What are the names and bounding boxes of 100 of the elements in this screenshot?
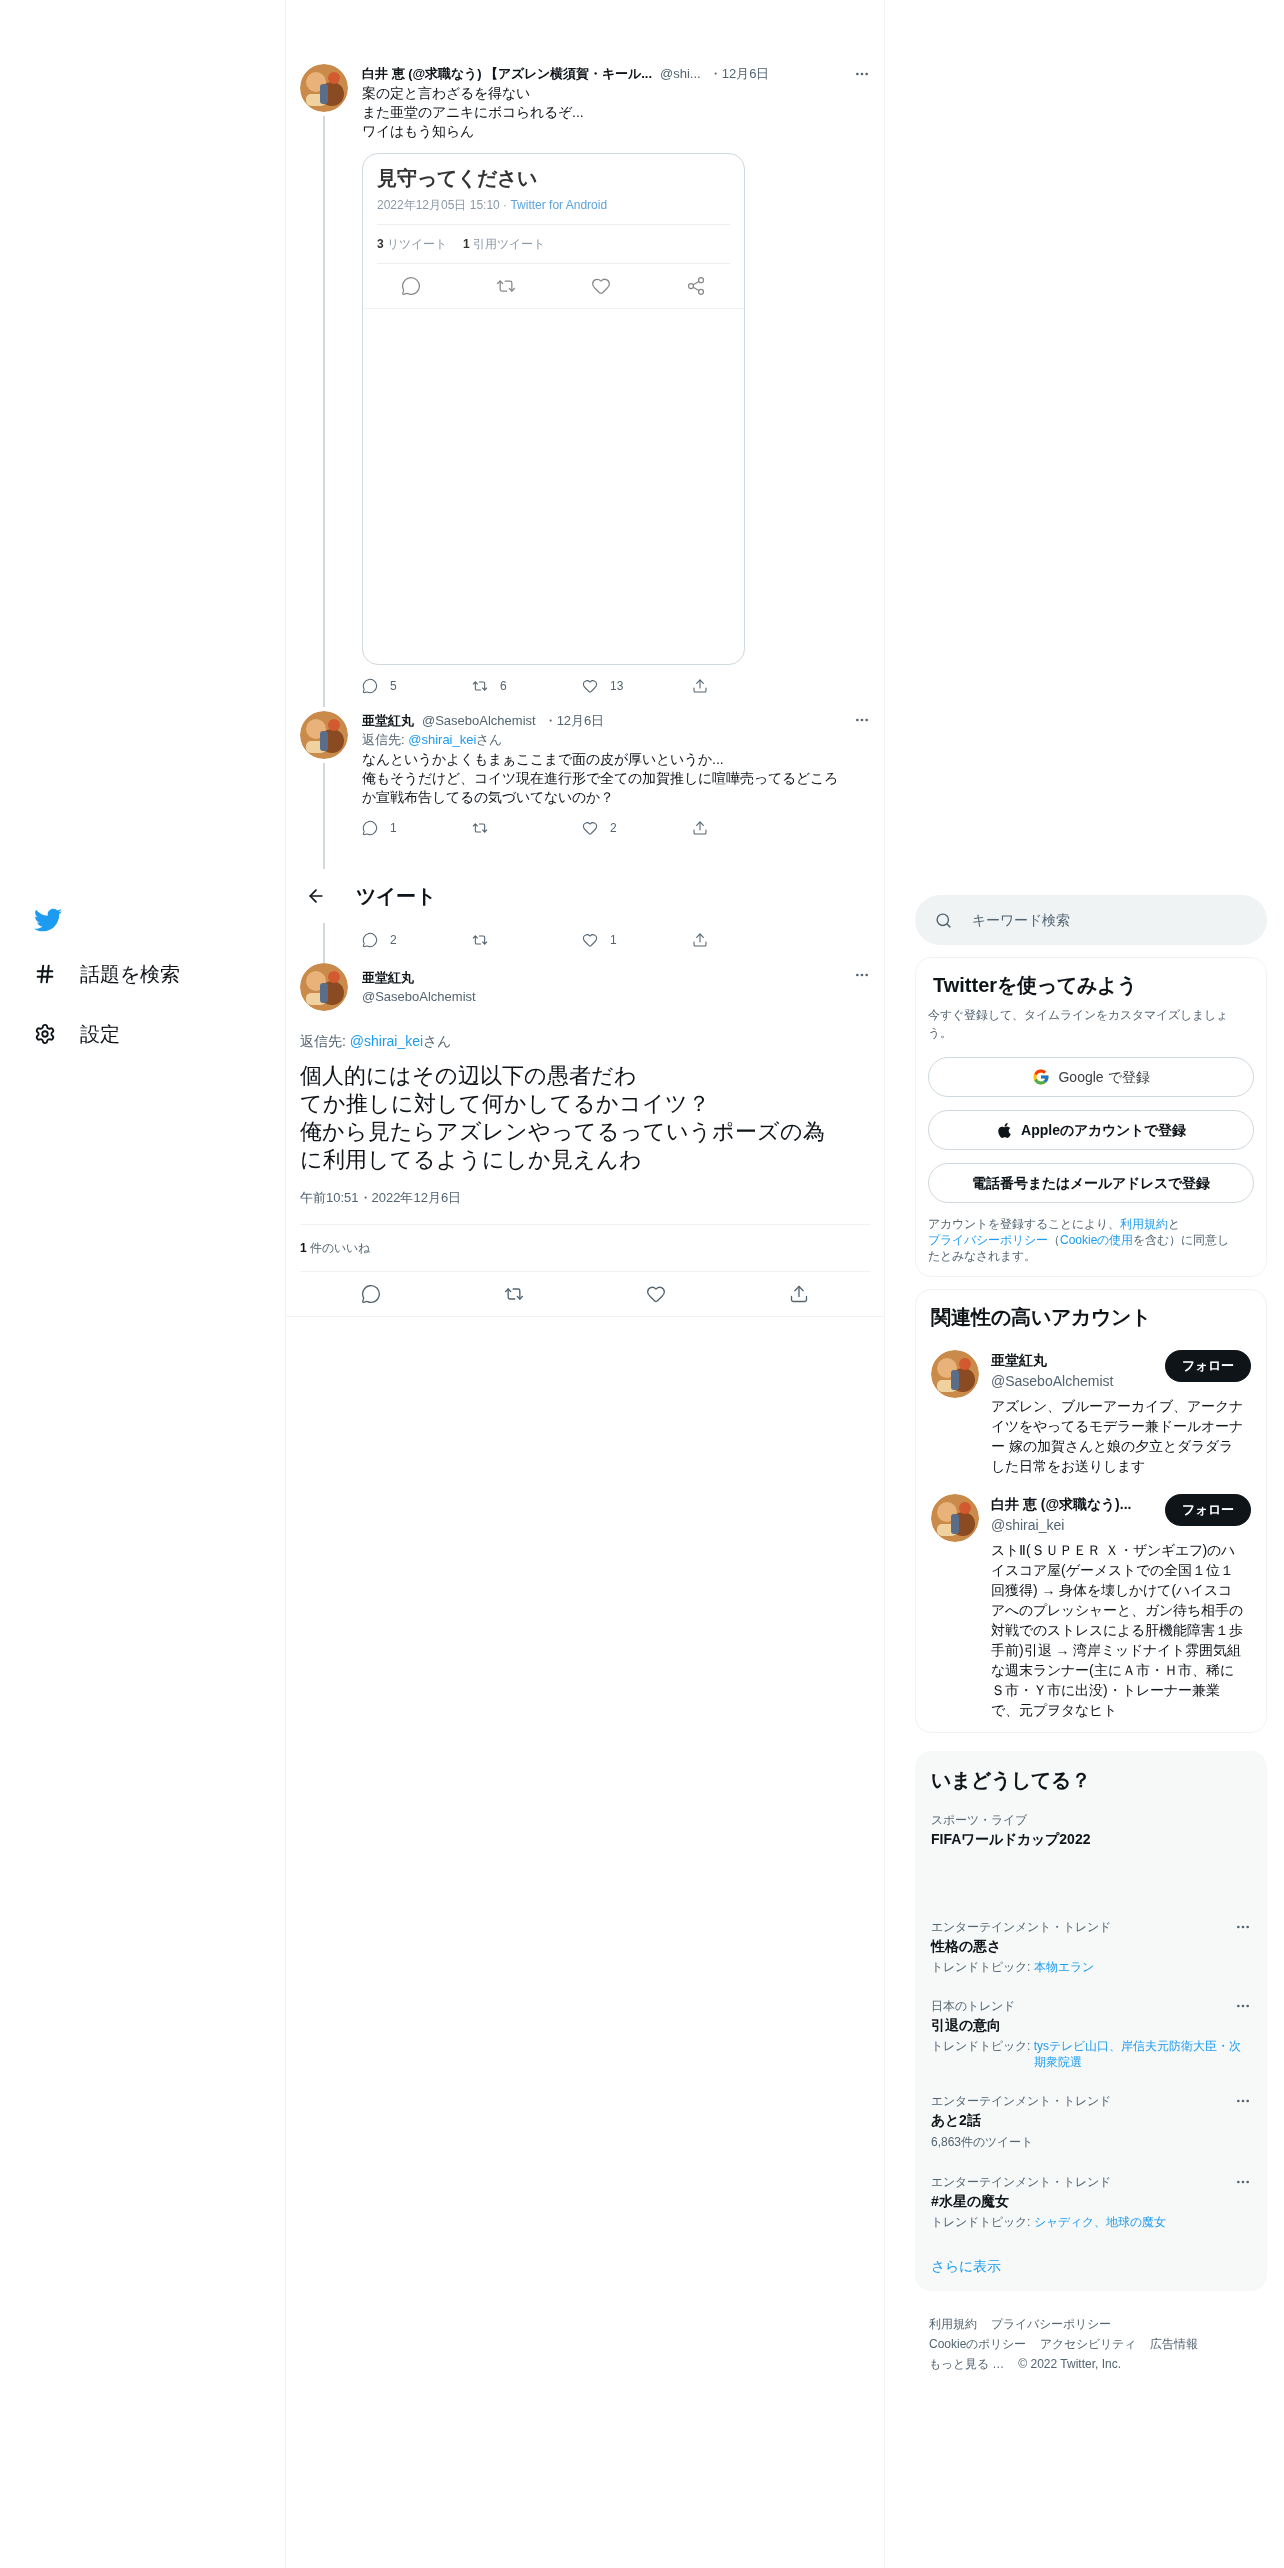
trend-topic-label: トレンドトピック: [931, 1959, 1032, 1975]
screenshot-text: 見守ってください [377, 165, 538, 191]
settings-icon[interactable] [34, 1023, 56, 1045]
avatar[interactable] [300, 64, 348, 112]
trend-category: エンターテインメント・トレンド [931, 2093, 1111, 2110]
tweet-text: 俺から見たらアズレンやってるっていうポーズの為に利用してるようにしか見えんわ [300, 1118, 826, 1174]
account-bio: ストⅡ(ＳＵＰＥＲ Ｘ・ザンギエフ)のハイスコア屋(ゲーメストでの全国１位１回獲得) → 身体を壊しかけて(ハイスコアへのプレッシャーと、ガン待ち相手の対戦でのストレスによる肝機能障害１歩手前)引退 → 湾岸ミッドナイト雰囲気組な週末ランナー(主にＡ市・Ｈ市、稀にＳ市・Ｙ市に出没)・トレーナー兼業で、元プヲタなヒト [991, 1541, 1244, 1720]
legal-text: アカウントを登録することにより、利用規約 と プライバシーポリシー（Cookieの使用を含む）に同意したとみなされます。 [928, 1216, 1231, 1264]
screenshot-source: Twitter for Android [510, 196, 608, 214]
action-count: 2 [610, 820, 617, 837]
reply-to-suffix: さん [476, 731, 503, 749]
action-count: 6 [500, 677, 507, 695]
screenshot-share-icon [686, 275, 707, 296]
like-icon[interactable] [582, 677, 598, 694]
apple-icon [996, 1121, 1014, 1139]
reply-to-label: 返信先: [362, 731, 406, 749]
tweet-text: 個人的にはその辺以下の愚者だわ [300, 1062, 638, 1090]
footer-link[interactable]: プライバシーポリシー [991, 2315, 1111, 2333]
follow-button[interactable]: フォロー [1165, 1350, 1251, 1382]
card-subtitle: 今すぐ登録して、タイムラインをカスタマイズしましょう。 [928, 1007, 1229, 1042]
share-icon[interactable] [692, 932, 708, 948]
share-icon[interactable] [692, 677, 708, 694]
action-count: 2 [390, 932, 397, 949]
tweet-count: 6,863件のツイート [931, 2134, 1035, 2151]
trend-title[interactable]: あと2話 [931, 2110, 1251, 2131]
share-icon[interactable] [788, 1283, 809, 1304]
share-icon[interactable] [692, 820, 708, 836]
action-count: 13 [610, 677, 624, 695]
account-bio: アズレン、ブルーアーカイブ、アークナイツをやってるモデラー兼ドールオーナー 嫁の加賀さんと娘の夕立とダラダラした日常をお送りします [991, 1397, 1244, 1476]
tweet-date[interactable]: ・12月6日 [708, 64, 770, 84]
tweet-text: てか推しに対して何かしてるかコイツ？ [300, 1090, 711, 1118]
trend-title[interactable]: 性格の悪さ [931, 1936, 1251, 1957]
author-name[interactable]: 亜堂紅丸 [362, 710, 414, 730]
tweet-text: また亜堂のアニキにボコられるぞ... [362, 102, 585, 122]
avatar[interactable] [931, 1494, 979, 1542]
nav-item[interactable]: 設定 [34, 1012, 285, 1056]
reply-icon[interactable] [362, 932, 378, 948]
reply-to-suffix: さん [423, 1032, 452, 1051]
like-icon[interactable] [582, 820, 598, 836]
tweet-text: なんというかよくもまぁここまで面の皮が厚いというか... [362, 750, 725, 769]
account-handle: @SaseboAlchemist [991, 1372, 1115, 1391]
search-icon [935, 911, 952, 929]
like-count[interactable]: 1 件のいいね [300, 1224, 870, 1271]
follow-button[interactable]: フォロー [1165, 1494, 1251, 1526]
footer-link[interactable]: 利用規約 [929, 2315, 977, 2333]
action-count: 5 [390, 677, 397, 695]
screenshot-stat: 1 引用ツイート [463, 235, 546, 253]
action-count: 1 [390, 820, 397, 837]
hashtag-icon[interactable] [34, 963, 56, 985]
account-name[interactable]: 亜堂紅丸 [991, 1350, 1165, 1371]
footer-link[interactable]: Cookieのポリシー [929, 2335, 1027, 2353]
author-handle: @SaseboAlchemist [422, 711, 536, 730]
tweet-screenshot[interactable]: 見守ってください 2022年12月05日 15:10 · Twitter for Android 3 リツイート 1 引用ツイート [362, 152, 745, 665]
tweet-text: ワイはもう知らん [362, 121, 475, 141]
trend-title[interactable]: 引退の意向 [931, 2015, 1251, 2036]
reply-icon[interactable] [361, 1283, 382, 1304]
search-field[interactable]: キーワード検索 [915, 895, 1267, 945]
footer-link[interactable]: アクセシビリティ [1040, 2335, 1137, 2353]
search-input[interactable]: キーワード検索 [972, 909, 1247, 931]
author-handle: @SaseboAlchemist [362, 988, 476, 1006]
card-title: Twitterを使ってみよう [932, 973, 1139, 998]
twitter-logo[interactable] [34, 906, 62, 934]
trend-category: 日本のトレンド [931, 1998, 1015, 2015]
trend-category: エンターテインメント・トレンド [931, 2174, 1111, 2191]
action-count: 1 [610, 932, 617, 949]
screenshot-stat: 3 リツイート [377, 235, 448, 253]
screenshot-reply-icon [400, 275, 421, 296]
tweet-timestamp[interactable]: 午前10:51・2022年12月6日 [300, 1188, 870, 1208]
trend-category: エンターテインメント・トレンド [931, 1919, 1111, 1936]
trend-category: スポーツ・ライブ [931, 1812, 1027, 1829]
tweet-date[interactable]: ・12月6日 [543, 710, 605, 730]
avatar[interactable] [300, 710, 348, 759]
tweet-text: 俺もそうだけど、コイツ現在進行形で全ての加賀推しに喧嘩売ってるどころか宣戦布告してるの気づいてないのか？ [362, 769, 839, 807]
footer-link[interactable]: もっと見る … [929, 2355, 1005, 2373]
reply-icon[interactable] [362, 820, 378, 836]
retweet-icon[interactable] [472, 932, 488, 948]
header-title: ツイート [356, 884, 436, 909]
author-handle: @shi... [660, 65, 701, 83]
author-name[interactable]: 白井 恵 (@求職なう) 【アズレン横須賀・キール... [362, 64, 652, 84]
trend-topic-label: トレンドトピック: [931, 2214, 1032, 2230]
screenshot-timestamp: 2022年12月05日 15:10 · [377, 196, 509, 214]
account-handle: @shirai_kei [991, 1516, 1066, 1535]
reply-to-label: 返信先: [300, 1032, 347, 1051]
avatar[interactable] [300, 963, 348, 1011]
retweet-icon[interactable] [472, 820, 488, 836]
tweet-text: 案の定と言わざるを得ない [362, 83, 531, 103]
avatar[interactable] [931, 1350, 979, 1398]
footer-link[interactable]: 広告情報 [1150, 2335, 1199, 2353]
footer-link[interactable]: © 2022 Twitter, Inc. [1018, 2355, 1122, 2373]
account-name[interactable]: 白井 恵 (@求職なう)... [991, 1494, 1165, 1515]
card-title: 関連性の高いアカウント [931, 1305, 1152, 1330]
google-icon [1032, 1068, 1051, 1086]
like-icon[interactable] [582, 932, 598, 948]
trend-title[interactable]: #水星の魔女 [931, 2191, 1251, 2212]
author-name[interactable]: 亜堂紅丸 [362, 967, 476, 987]
card-title: いまどうしてる？ [931, 1768, 1092, 1793]
nav-item[interactable]: 話題を検索 [34, 952, 285, 996]
trend-title[interactable]: FIFAワールドカップ2022 [931, 1829, 1251, 1850]
reply-icon[interactable] [362, 677, 378, 694]
trend-topic-label: トレンドトピック: [931, 2038, 1032, 2054]
